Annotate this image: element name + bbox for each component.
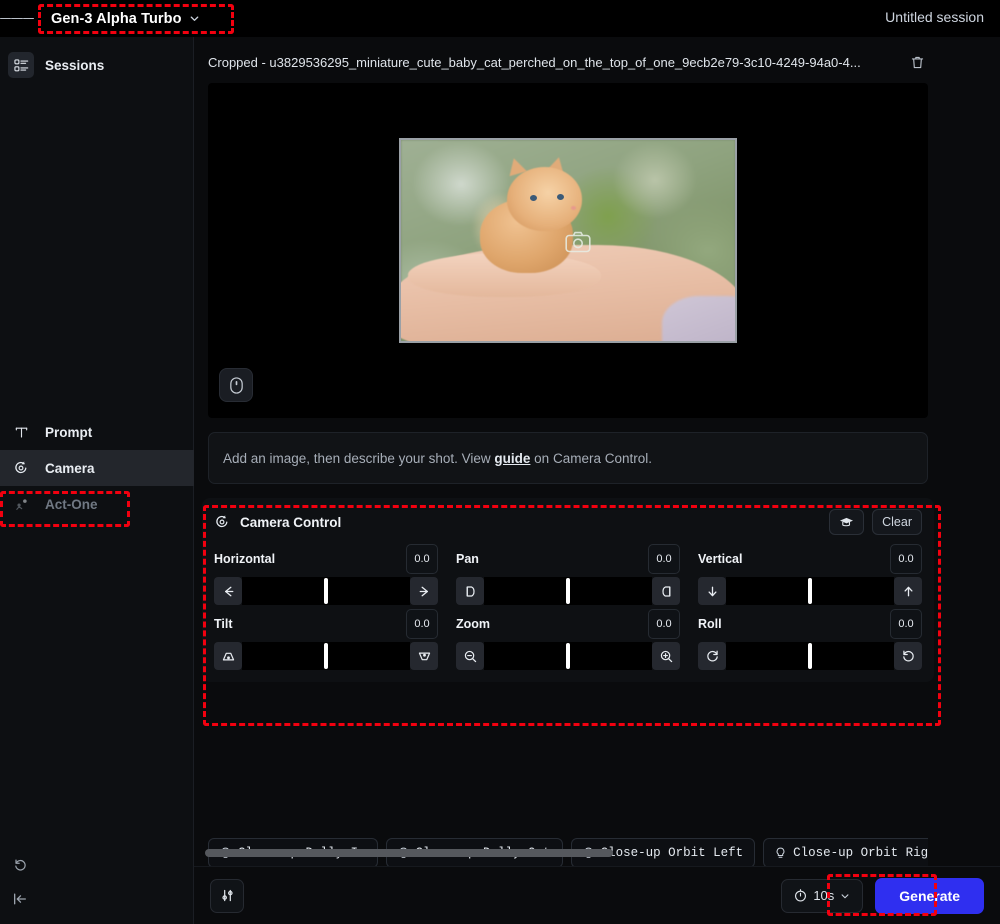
camera-move-icon bbox=[214, 514, 230, 530]
text-t-icon bbox=[8, 419, 34, 445]
sidebar-tool-group: Prompt Camera Act-One bbox=[0, 414, 194, 522]
hamburger-icon[interactable] bbox=[0, 0, 34, 37]
scrollbar-thumb[interactable] bbox=[205, 849, 613, 857]
tilt-up-icon[interactable] bbox=[214, 642, 242, 670]
camera-control-grid: Horizontal 0.0 Pan 0.0 Vertical 0.0 Tilt… bbox=[214, 544, 922, 670]
preview-image bbox=[399, 138, 737, 343]
duration-selector[interactable]: 10s bbox=[781, 878, 864, 913]
collapse-panel-icon[interactable] bbox=[0, 882, 40, 916]
control-label: Horizontal bbox=[214, 552, 276, 566]
camera-icon[interactable] bbox=[565, 230, 591, 254]
app-root: Gen-3 Alpha Turbo Untitled session Sessi… bbox=[0, 0, 1000, 924]
graduation-cap-icon[interactable] bbox=[829, 509, 865, 535]
control-slider-track[interactable] bbox=[484, 642, 652, 670]
content-column: Cropped - u3829536295_miniature_cute_bab… bbox=[194, 37, 942, 924]
control-value-input[interactable]: 0.0 bbox=[648, 544, 680, 574]
trash-icon[interactable] bbox=[906, 51, 928, 73]
scrollbar-track[interactable] bbox=[195, 848, 942, 858]
sliders-icon[interactable] bbox=[210, 878, 244, 913]
arrow-up-icon[interactable] bbox=[894, 577, 922, 605]
asset-header: Cropped - u3829536295_miniature_cute_bab… bbox=[194, 45, 942, 79]
control-vertical: Vertical 0.0 bbox=[698, 544, 922, 605]
duration-label: 10s bbox=[813, 888, 835, 903]
camera-move-icon bbox=[8, 455, 34, 481]
control-slider-thumb[interactable] bbox=[566, 643, 570, 669]
prompt-input[interactable]: Add an image, then describe your shot. V… bbox=[208, 432, 928, 484]
control-value-input[interactable]: 0.0 bbox=[406, 609, 438, 639]
control-tilt: Tilt 0.0 bbox=[214, 609, 438, 670]
horizontal-scrollbar[interactable] bbox=[195, 848, 942, 858]
control-horizontal: Horizontal 0.0 bbox=[214, 544, 438, 605]
roll-left-icon[interactable] bbox=[698, 642, 726, 670]
image-kitten bbox=[471, 154, 592, 273]
chevron-down-icon bbox=[189, 13, 200, 24]
control-value-input[interactable]: 0.0 bbox=[406, 544, 438, 574]
camera-control-guide-link[interactable]: guide bbox=[494, 451, 530, 466]
asset-title: Cropped - u3829536295_miniature_cute_bab… bbox=[208, 54, 861, 70]
control-slider-thumb[interactable] bbox=[808, 643, 812, 669]
prompt-text-after: on Camera Control. bbox=[530, 450, 652, 466]
arrow-right-icon[interactable] bbox=[410, 577, 438, 605]
history-undo-icon[interactable] bbox=[0, 848, 40, 882]
sidebar-item-label: Prompt bbox=[45, 424, 93, 440]
control-label: Roll bbox=[698, 617, 722, 631]
clear-button[interactable]: Clear bbox=[872, 509, 922, 535]
pan-right-icon[interactable] bbox=[652, 577, 680, 605]
generate-button[interactable]: Generate bbox=[875, 877, 984, 914]
zoom-out-icon[interactable] bbox=[456, 642, 484, 670]
roll-right-icon[interactable] bbox=[894, 642, 922, 670]
control-slider-track[interactable] bbox=[242, 642, 410, 670]
arrow-down-icon[interactable] bbox=[698, 577, 726, 605]
model-selector[interactable]: Gen-3 Alpha Turbo bbox=[40, 6, 211, 32]
sessions-list-icon bbox=[8, 52, 34, 78]
sidebar: Sessions Prompt Camera Act-One bbox=[0, 37, 194, 924]
image-preview[interactable] bbox=[208, 83, 928, 418]
control-label: Tilt bbox=[214, 617, 233, 631]
control-slider-thumb[interactable] bbox=[324, 643, 328, 669]
sidebar-item-label: Act-One bbox=[45, 496, 98, 512]
control-slider-track[interactable] bbox=[484, 577, 652, 605]
chevron-down-icon bbox=[840, 891, 850, 901]
camera-control-header: Camera Control Clear bbox=[214, 508, 922, 536]
sidebar-footer bbox=[0, 848, 194, 916]
zoom-in-icon[interactable] bbox=[652, 642, 680, 670]
sidebar-item-camera[interactable]: Camera bbox=[0, 450, 194, 486]
control-slider-track[interactable] bbox=[726, 577, 894, 605]
control-roll: Roll 0.0 bbox=[698, 609, 922, 670]
mouse-scroll-icon[interactable] bbox=[219, 368, 253, 402]
sidebar-item-label: Camera bbox=[45, 460, 95, 476]
act-one-person-icon bbox=[8, 491, 34, 517]
camera-control-panel: Camera Control Clear Horizontal 0.0 Pan … bbox=[202, 498, 934, 682]
control-slider-track[interactable] bbox=[726, 642, 894, 670]
control-slider-thumb[interactable] bbox=[324, 578, 328, 604]
pan-left-icon[interactable] bbox=[456, 577, 484, 605]
prompt-text-before: Add an image, then describe your shot. V… bbox=[223, 450, 495, 466]
control-slider-thumb[interactable] bbox=[808, 578, 812, 604]
tilt-down-icon[interactable] bbox=[410, 642, 438, 670]
bottom-bar: 10s Generate bbox=[194, 866, 1000, 924]
top-bar: Gen-3 Alpha Turbo Untitled session bbox=[0, 0, 1000, 37]
sidebar-item-sessions[interactable]: Sessions bbox=[0, 47, 193, 83]
control-zoom: Zoom 0.0 bbox=[456, 609, 680, 670]
control-value-input[interactable]: 0.0 bbox=[890, 544, 922, 574]
main-area: Cropped - u3829536295_miniature_cute_bab… bbox=[194, 37, 1000, 924]
clock-icon bbox=[794, 889, 807, 902]
model-selector-label: Gen-3 Alpha Turbo bbox=[51, 10, 182, 27]
control-label: Zoom bbox=[456, 617, 491, 631]
sidebar-item-act-one[interactable]: Act-One bbox=[0, 486, 194, 522]
camera-control-title: Camera Control bbox=[240, 514, 342, 530]
control-value-input[interactable]: 0.0 bbox=[890, 609, 922, 639]
control-value-input[interactable]: 0.0 bbox=[648, 609, 680, 639]
arrow-left-icon[interactable] bbox=[214, 577, 242, 605]
session-title[interactable]: Untitled session bbox=[885, 9, 984, 25]
sidebar-item-label: Sessions bbox=[45, 57, 105, 73]
control-pan: Pan 0.0 bbox=[456, 544, 680, 605]
control-label: Vertical bbox=[698, 552, 743, 566]
control-slider-track[interactable] bbox=[242, 577, 410, 605]
sidebar-item-prompt[interactable]: Prompt bbox=[0, 414, 194, 450]
control-slider-thumb[interactable] bbox=[566, 578, 570, 604]
prompt-placeholder: Add an image, then describe your shot. V… bbox=[223, 451, 652, 466]
control-label: Pan bbox=[456, 552, 479, 566]
